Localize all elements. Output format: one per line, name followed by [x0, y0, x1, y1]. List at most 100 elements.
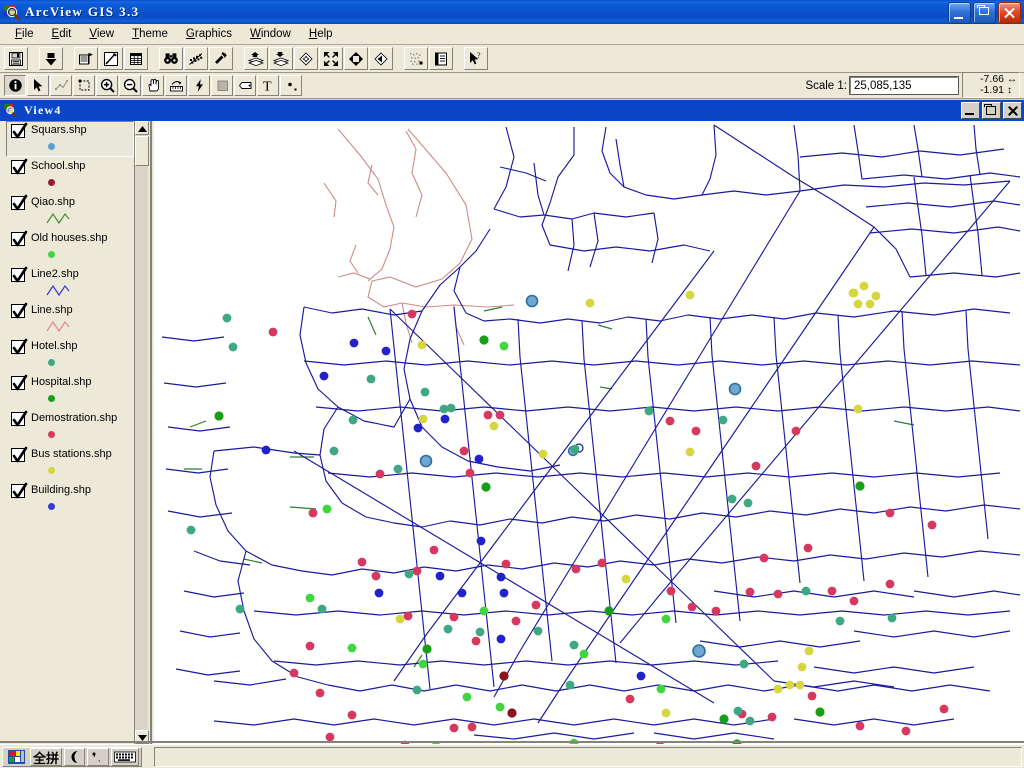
layer-row[interactable]: Qiao.shp — [6, 193, 134, 229]
maximize-restore-button[interactable] — [973, 2, 996, 24]
menu-graphics[interactable]: Graphics — [177, 26, 241, 42]
punctuation-icon[interactable]: , — [87, 748, 110, 766]
draw-point-tool[interactable] — [280, 75, 302, 96]
application-title: ArcView GIS 3.3 — [25, 4, 140, 19]
zoom-to-selected-button[interactable] — [294, 47, 318, 70]
select-feature-tool[interactable] — [73, 75, 95, 96]
layer-checkbox[interactable] — [11, 194, 28, 211]
layer-row[interactable]: Bus stations.shp — [6, 445, 134, 481]
layer-row[interactable]: School.shp — [6, 157, 134, 193]
menu-window-label: indow — [260, 28, 291, 40]
theme-properties-button[interactable] — [74, 47, 98, 70]
ime-mode-button[interactable]: 全拼 — [30, 748, 63, 767]
select-features-button[interactable] — [244, 47, 268, 70]
toc-scrollbar[interactable] — [134, 121, 149, 744]
layer-row[interactable]: Demostration.shp — [6, 409, 134, 445]
layer-checkbox[interactable] — [11, 230, 28, 247]
edit-legend-button[interactable] — [99, 47, 123, 70]
layer-item-qiao-shp[interactable]: Qiao.shp — [0, 193, 136, 229]
svg-text:,: , — [98, 754, 100, 763]
layer-list: Squars.shp School.shp Qiao.shp Old houses.s… — [0, 121, 136, 721]
scroll-up-button[interactable] — [135, 121, 149, 135]
layer-item-building-shp[interactable]: Building.shp — [0, 481, 136, 517]
layer-item-old-houses-shp[interactable]: Old houses.shp — [0, 229, 136, 265]
ime-logo-icon[interactable] — [5, 748, 28, 766]
query-builder-button[interactable]: ? — [209, 47, 233, 70]
add-theme-button[interactable] — [39, 47, 63, 70]
map-canvas[interactable] — [154, 121, 1024, 744]
application-title-bar[interactable]: ArcView GIS 3.3 — [0, 0, 1024, 24]
layer-row[interactable]: Line.shp — [6, 301, 134, 337]
scrollbar-thumb[interactable] — [135, 136, 149, 166]
pan-tool[interactable] — [142, 75, 164, 96]
area-of-interest-tool[interactable] — [211, 75, 233, 96]
find-button[interactable] — [159, 47, 183, 70]
layer-item-hospital-shp[interactable]: Hospital.shp — [0, 373, 136, 409]
clear-selected-button[interactable] — [269, 47, 293, 70]
layer-checkbox[interactable] — [11, 482, 28, 499]
menu-edit[interactable]: Edit — [43, 26, 81, 42]
soft-keyboard-icon[interactable] — [111, 748, 140, 766]
menu-help[interactable]: Help — [300, 26, 342, 42]
layer-checkbox[interactable] — [11, 374, 28, 391]
layer-checkbox[interactable] — [11, 338, 28, 355]
layer-symbol-swatch — [45, 500, 71, 514]
view-close-button[interactable] — [1003, 102, 1022, 119]
zoom-previous-button[interactable] — [369, 47, 393, 70]
open-table-button[interactable] — [124, 47, 148, 70]
layer-checkbox[interactable] — [11, 122, 28, 139]
layer-item-school-shp[interactable]: School.shp — [0, 157, 136, 193]
zoom-in-tool[interactable] — [96, 75, 118, 96]
measure-tool[interactable] — [165, 75, 187, 96]
layer-item-squars-shp[interactable]: Squars.shp — [0, 121, 136, 157]
layer-name-label: Bus stations.shp — [31, 448, 112, 460]
vertex-edit-tool[interactable] — [50, 75, 72, 96]
menu-file-label: ile — [22, 28, 34, 40]
cursor-coordinate-display: -7.66 -1.91 ↔ ↕ — [962, 72, 1020, 98]
layer-row[interactable]: Hospital.shp — [6, 373, 134, 409]
select-none-button[interactable] — [404, 47, 428, 70]
view-title-bar[interactable]: View4 — [0, 100, 1024, 121]
menu-view[interactable]: View — [80, 26, 123, 42]
layer-checkbox[interactable] — [11, 410, 28, 427]
layer-item-line-shp[interactable]: Line.shp — [0, 301, 136, 337]
window-control-buttons — [948, 2, 1021, 24]
layer-item-hotel-shp[interactable]: Hotel.shp — [0, 337, 136, 373]
close-button[interactable] — [998, 2, 1021, 24]
layer-item-bus-stations-shp[interactable]: Bus stations.shp — [0, 445, 136, 481]
layer-item-line2-shp[interactable]: Line2.shp — [0, 265, 136, 301]
layer-row[interactable]: Hotel.shp — [6, 337, 134, 373]
minimize-button[interactable] — [948, 2, 971, 24]
zoom-out-tool[interactable] — [119, 75, 141, 96]
menu-help-label: elp — [317, 28, 333, 40]
view-maximize-button[interactable] — [982, 102, 1001, 119]
scale-input[interactable]: 25,085,135 — [849, 76, 959, 95]
layer-checkbox[interactable] — [11, 266, 28, 283]
view-minimize-button[interactable] — [961, 102, 980, 119]
menu-theme[interactable]: Theme — [123, 26, 177, 42]
layer-item-demostration-shp[interactable]: Demostration.shp — [0, 409, 136, 445]
menu-file[interactable]: File — [6, 26, 43, 42]
zoom-to-themes-button[interactable] — [319, 47, 343, 70]
layer-row[interactable]: Old houses.shp — [6, 229, 134, 265]
layer-row[interactable]: Squars.shp — [6, 121, 134, 157]
layout-button[interactable] — [429, 47, 453, 70]
scale-control: Scale 1: 25,085,135 — [805, 76, 959, 95]
hot-link-tool[interactable] — [188, 75, 210, 96]
layer-checkbox[interactable] — [11, 446, 28, 463]
layer-checkbox[interactable] — [11, 302, 28, 319]
layer-row[interactable]: Line2.shp — [6, 265, 134, 301]
save-project-button[interactable] — [4, 47, 28, 70]
locate-address-button[interactable] — [184, 47, 208, 70]
layer-checkbox[interactable] — [11, 158, 28, 175]
text-tool[interactable]: T — [257, 75, 279, 96]
pointer-tool[interactable] — [27, 75, 49, 96]
layer-row[interactable]: Building.shp — [6, 481, 134, 517]
identify-tool[interactable] — [4, 75, 26, 96]
label-tool[interactable] — [234, 75, 256, 96]
moon-half-icon[interactable] — [64, 748, 86, 766]
menu-window[interactable]: Window — [241, 26, 300, 42]
ime-toolbar[interactable]: 全拼 , — [2, 747, 143, 767]
help-pointer-button[interactable]: ? — [464, 47, 488, 70]
zoom-to-full-extent-button[interactable] — [344, 47, 368, 70]
